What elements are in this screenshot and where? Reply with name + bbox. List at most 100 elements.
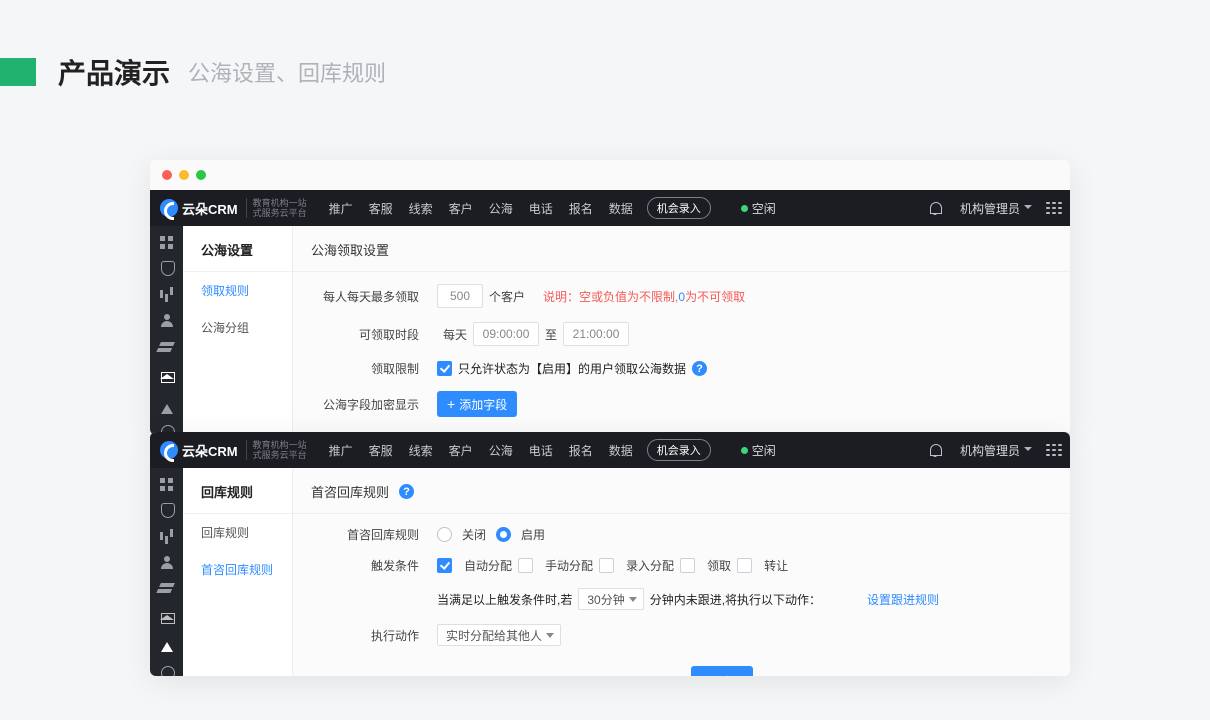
chart-icon[interactable]	[159, 287, 175, 299]
nav-phone[interactable]: 电话	[521, 200, 561, 217]
add-field-button[interactable]: +添加字段	[437, 391, 517, 417]
rail-active[interactable]	[159, 634, 175, 650]
brand[interactable]: 云朵CRM 教育机构一站式服务云平台	[160, 198, 315, 218]
maximize-icon[interactable]	[196, 170, 206, 180]
chk-claim[interactable]	[680, 558, 695, 573]
status-dot-icon	[741, 205, 748, 212]
chk-entry[interactable]	[599, 558, 614, 573]
icon-rail	[150, 468, 183, 676]
bell-icon[interactable]	[928, 201, 942, 215]
label: 触发条件	[311, 557, 419, 574]
layers-icon[interactable]	[159, 581, 175, 593]
minimize-icon[interactable]	[179, 170, 189, 180]
brand-icon	[160, 441, 178, 459]
apps-grid-icon[interactable]	[1046, 444, 1060, 456]
nav-data[interactable]: 数据	[601, 200, 641, 217]
traffic-lights	[150, 160, 1070, 190]
icon-rail	[150, 226, 183, 435]
label: 执行动作	[311, 627, 419, 644]
row-condition: 当满足以上触发条件时,若 30分钟 分钟内未跟进,将执行以下动作： 设置跟进规则	[437, 588, 1052, 610]
opt-entry-label: 录入分配	[626, 557, 674, 574]
apps-grid-icon[interactable]	[1046, 202, 1060, 214]
rail-active[interactable]	[159, 366, 175, 382]
dashboard-icon[interactable]	[159, 476, 175, 488]
user-menu[interactable]: 机构管理员	[960, 200, 1032, 217]
content-title: 首咨回库规则 ?	[311, 482, 1052, 501]
radio-on-label: 启用	[521, 526, 545, 543]
time-from-input[interactable]	[473, 322, 539, 346]
limit-text: 只允许状态为【启用】的用户领取公海数据	[458, 360, 686, 377]
brand[interactable]: 云朵CRM 教育机构一站式服务云平台	[160, 440, 315, 460]
only-enabled-checkbox[interactable]	[437, 361, 452, 376]
side-item-groups[interactable]: 公海分组	[183, 309, 292, 346]
opt-transfer-label: 转让	[764, 557, 788, 574]
radio-off[interactable]	[437, 527, 452, 542]
chk-manual[interactable]	[518, 558, 533, 573]
nav-leads[interactable]: 线索	[401, 442, 441, 459]
label: 公海字段加密显示	[311, 396, 419, 413]
set-follow-rule-link[interactable]: 设置跟进规则	[867, 591, 939, 608]
brand-sub: 教育机构一站式服务云平台	[246, 198, 307, 218]
person-icon[interactable]	[159, 313, 175, 325]
content-title: 公海领取设置	[311, 240, 1052, 259]
nav-leads[interactable]: 线索	[401, 200, 441, 217]
accent-block	[0, 58, 36, 86]
to-label: 至	[545, 326, 557, 343]
nav-gonghai[interactable]: 公海	[481, 442, 521, 459]
screenshot-gonghai-settings: 云朵CRM 教育机构一站式服务云平台 推广 客服 线索 客户 公海 电话 报名 …	[150, 160, 1070, 435]
radio-off-label: 关闭	[462, 526, 486, 543]
row-encrypt: 公海字段加密显示 +添加字段	[311, 391, 1052, 417]
side-item-first-consult-rules[interactable]: 首咨回库规则	[183, 551, 292, 588]
chart-icon[interactable]	[159, 529, 175, 541]
bell-icon[interactable]	[928, 443, 942, 457]
person-icon[interactable]	[159, 555, 175, 567]
nav-promo[interactable]: 推广	[321, 442, 361, 459]
page-subtitle: 公海设置、回库规则	[188, 56, 386, 88]
gear-icon[interactable]	[159, 664, 175, 676]
triangle-icon	[159, 634, 175, 650]
side-menu: 回库规则 回库规则 首咨回库规则	[183, 468, 293, 676]
nav-customer[interactable]: 客户	[441, 200, 481, 217]
nav-enroll[interactable]: 报名	[561, 442, 601, 459]
action-dropdown[interactable]: 实时分配给其他人	[437, 624, 561, 646]
help-icon[interactable]: ?	[692, 361, 707, 376]
screenshot-return-rules: 云朵CRM 教育机构一站式服务云平台 推广 客服 线索 客户 公海 电话 报名 …	[150, 432, 1070, 676]
app-bar: 云朵CRM 教育机构一站式服务云平台 推广 客服 线索 客户 公海 电话 报名 …	[150, 190, 1070, 226]
side-item-claim-rules[interactable]: 领取规则	[183, 272, 292, 309]
nav-data[interactable]: 数据	[601, 442, 641, 459]
nav-service[interactable]: 客服	[361, 200, 401, 217]
nav-opportunity-entry[interactable]: 机会录入	[647, 439, 711, 461]
shield-icon[interactable]	[159, 502, 175, 514]
minutes-dropdown[interactable]: 30分钟	[578, 588, 643, 610]
nav-customer[interactable]: 客户	[441, 442, 481, 459]
house-icon[interactable]	[159, 607, 175, 619]
max-claim-input[interactable]	[437, 284, 483, 308]
label: 可领取时段	[311, 326, 419, 343]
nav-enroll[interactable]: 报名	[561, 200, 601, 217]
nav-gonghai[interactable]: 公海	[481, 200, 521, 217]
side-item-return-rules[interactable]: 回库规则	[183, 514, 292, 551]
chk-transfer[interactable]	[737, 558, 752, 573]
layers-icon[interactable]	[159, 340, 175, 352]
radio-on[interactable]	[496, 527, 511, 542]
label: 每人每天最多领取	[311, 288, 419, 305]
row-action: 执行动作 实时分配给其他人	[311, 624, 1052, 646]
row-enable: 首咨回库规则 关闭 启用	[311, 526, 1052, 543]
triangle-icon[interactable]	[159, 396, 175, 408]
help-icon[interactable]: ?	[399, 484, 414, 499]
user-menu[interactable]: 机构管理员	[960, 442, 1032, 459]
brand-sub: 教育机构一站式服务云平台	[246, 440, 307, 460]
label: 首咨回库规则	[311, 526, 419, 543]
save-button[interactable]: 保存	[691, 666, 753, 676]
status-dot-icon	[741, 447, 748, 454]
nav-service[interactable]: 客服	[361, 442, 401, 459]
close-icon[interactable]	[162, 170, 172, 180]
dashboard-icon[interactable]	[159, 234, 175, 246]
shield-icon[interactable]	[159, 260, 175, 272]
time-to-input[interactable]	[563, 322, 629, 346]
chk-auto[interactable]	[437, 558, 452, 573]
unit: 个客户	[489, 288, 525, 305]
nav-phone[interactable]: 电话	[521, 442, 561, 459]
nav-opportunity-entry[interactable]: 机会录入	[647, 197, 711, 219]
nav-promo[interactable]: 推广	[321, 200, 361, 217]
